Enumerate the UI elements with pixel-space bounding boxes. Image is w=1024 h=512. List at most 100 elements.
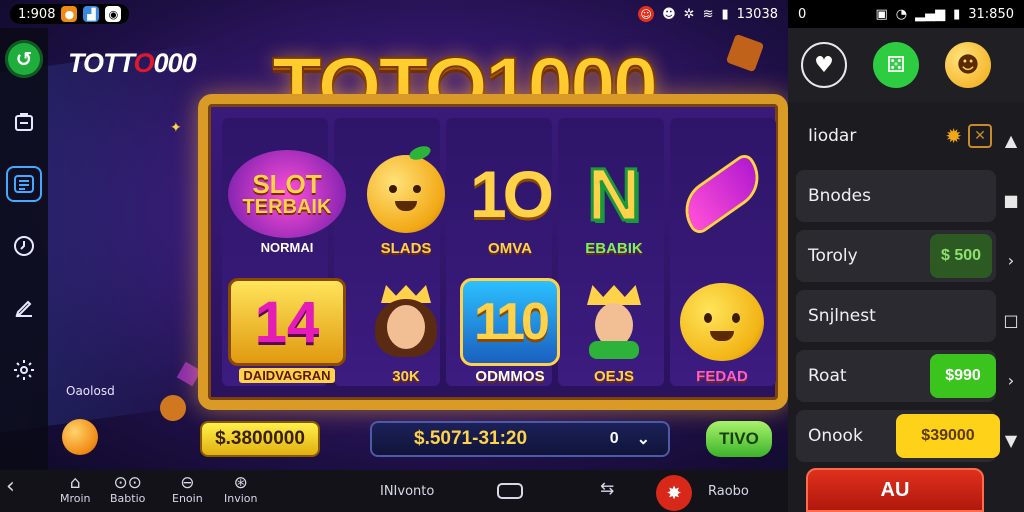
- symbol-label: ODMMOS: [475, 368, 545, 385]
- orange-fruit-icon: [62, 419, 98, 455]
- settings-icon: ✲: [683, 6, 695, 22]
- balance-display: $.3800000: [200, 421, 320, 457]
- chevron-down-icon[interactable]: ⌄: [637, 429, 650, 449]
- symbol-label: NORMAI: [260, 240, 314, 255]
- brand-suffix: 000: [153, 48, 197, 78]
- fruit-label: Oaolosd: [66, 384, 115, 398]
- panel-row-label: Bnodes: [808, 186, 871, 206]
- symbol-pepper: [672, 150, 772, 238]
- symbol-king: OEJS: [564, 278, 664, 385]
- slot-terbaik-line2: TERBAIK: [242, 196, 332, 218]
- king-avatar-icon: [564, 278, 664, 366]
- bottom-right-label: Raobo: [708, 484, 749, 499]
- star-badge-icon[interactable]: ✸: [656, 475, 692, 511]
- settings-gear-icon[interactable]: [6, 352, 42, 388]
- n-gem-art: N: [586, 151, 642, 237]
- panel-row-label: Onook: [808, 426, 863, 446]
- panel-row[interactable]: Roat $990: [796, 350, 996, 402]
- notification-icon: ●: [61, 6, 78, 22]
- clock-icon[interactable]: [6, 228, 42, 264]
- panel-row[interactable]: Iiodar ✹ ✕: [796, 110, 996, 162]
- panel-row-value: $990: [930, 354, 996, 398]
- screenshot-icon: ▣: [875, 6, 888, 22]
- home-pill-icon[interactable]: [497, 483, 523, 499]
- share-icon[interactable]: ⇆: [600, 480, 614, 498]
- square-outline-icon[interactable]: □: [998, 290, 1024, 350]
- orange-face-icon: [356, 143, 456, 238]
- panel-row[interactable]: Onook $39000: [796, 410, 1000, 462]
- bottom-nav-home[interactable]: ⌂ Mroin: [60, 474, 91, 505]
- symbol-smiley: FEDAD: [672, 278, 772, 385]
- symbol-ten: 1O OMVA: [460, 150, 560, 257]
- menu-list-icon[interactable]: [6, 166, 42, 202]
- symbol-fourteen: 14 DAIDVAGRAN: [228, 278, 346, 383]
- panel-row-value: $ 500: [930, 234, 992, 278]
- battery-icon: ▮: [953, 6, 961, 22]
- bottom-center-label: INIvonto: [380, 484, 435, 499]
- right-panel-header: ♥ ⚄ ☻: [788, 28, 1024, 102]
- signal-icon: ▂▄▆: [915, 6, 946, 22]
- chevron-right-icon[interactable]: ›: [998, 230, 1024, 290]
- status-clock: 13038: [736, 6, 778, 22]
- spin-button[interactable]: TIVO: [706, 421, 772, 457]
- panel-row-label: Snjlnest: [808, 306, 876, 326]
- app-icon: ◉: [105, 6, 122, 22]
- symbol-orange: SLADS: [356, 143, 456, 257]
- right-panel-nav: ▲ ■ › □ › ▼: [998, 110, 1024, 470]
- symbol-queen: 30K: [356, 278, 456, 385]
- left-rail: ↺: [0, 28, 48, 470]
- ten-art: 1O: [469, 157, 554, 231]
- slot-terbaik-line1: SLOT: [252, 169, 322, 199]
- panel-row[interactable]: Toroly $ 500: [796, 230, 996, 282]
- brand-o: O: [133, 48, 155, 78]
- triangle-up-icon[interactable]: ▲: [998, 110, 1024, 170]
- symbol-slot-terbaik: SLOT TERBAIK NORMAI: [228, 150, 346, 255]
- heart-shield-icon[interactable]: ♥: [801, 42, 847, 88]
- brand-logo: TOTTO000: [68, 48, 197, 79]
- bottom-nav-invion[interactable]: ⊛ Invion: [224, 474, 257, 505]
- bet-selector[interactable]: $.5071-31:20 0 ⌄: [370, 421, 670, 457]
- wallet-icon[interactable]: [6, 104, 42, 140]
- floating-coin: [725, 33, 765, 73]
- close-icon[interactable]: ✕: [968, 124, 992, 148]
- chevron-right-icon[interactable]: ›: [998, 350, 1024, 410]
- person-icon: ☻: [662, 6, 676, 22]
- panel-row[interactable]: Bnodes: [796, 170, 996, 222]
- chart-icon: ▟: [83, 6, 100, 22]
- triangle-down-icon[interactable]: ▼: [998, 410, 1024, 470]
- bottom-nav-enoin[interactable]: ⊖ Enoin: [172, 474, 203, 505]
- status-bar-left: 1:908 ● ▟ ◉ ☺ ☻ ✲ ≋ ▮ 13038: [0, 0, 788, 28]
- panel-row[interactable]: Snjlnest: [796, 290, 996, 342]
- status-clock-right: 31:850: [968, 6, 1014, 22]
- queen-avatar-icon: [356, 278, 456, 366]
- bottom-nav-label: Babtio: [110, 492, 146, 505]
- au-button[interactable]: AU: [806, 468, 984, 512]
- home-icon: ⌂: [69, 473, 81, 493]
- pepper-icon: [672, 150, 772, 238]
- square-filled-icon[interactable]: ■: [998, 170, 1024, 230]
- floating-coin: [156, 391, 190, 425]
- edit-icon[interactable]: [6, 290, 42, 326]
- back-icon[interactable]: ‹: [6, 476, 15, 498]
- bottom-nav-label: Invion: [224, 492, 258, 505]
- brand-prefix: TOTT: [68, 48, 135, 78]
- panel-row-label: Iiodar: [808, 126, 857, 146]
- avatar-icon: ☺: [638, 6, 655, 22]
- mascot-face-icon[interactable]: ☻: [945, 42, 991, 88]
- battery-indicator: 0: [798, 6, 807, 22]
- slot-terbaik-badge: SLOT TERBAIK: [228, 150, 346, 238]
- symbol-label: SLADS: [380, 240, 432, 257]
- alarm-icon: ◔: [895, 6, 908, 22]
- status-bar-right: 0 ▣ ◔ ▂▄▆ ▮ 31:850: [788, 0, 1024, 28]
- symbol-hundred: 110 ODMMOS: [460, 278, 560, 385]
- symbol-label: OEJS: [593, 368, 635, 385]
- dice-icon[interactable]: ⚄: [873, 42, 919, 88]
- bet-reset-button[interactable]: 0: [610, 430, 619, 448]
- app-logo-icon[interactable]: ↺: [5, 40, 43, 78]
- fourteen-art: 14: [228, 278, 346, 366]
- right-panel: ♥ ⚄ ☻ Iiodar ✹ ✕ Bnodes Toroly $ 500 Snj…: [788, 28, 1024, 512]
- bet-value: $.5071-31:20: [414, 428, 528, 449]
- bottom-nav-battle[interactable]: ⊙⊙ Babtio: [110, 474, 145, 505]
- status-time-pill: 1:908 ● ▟ ◉: [10, 4, 130, 24]
- wifi-icon: ≋: [702, 6, 714, 22]
